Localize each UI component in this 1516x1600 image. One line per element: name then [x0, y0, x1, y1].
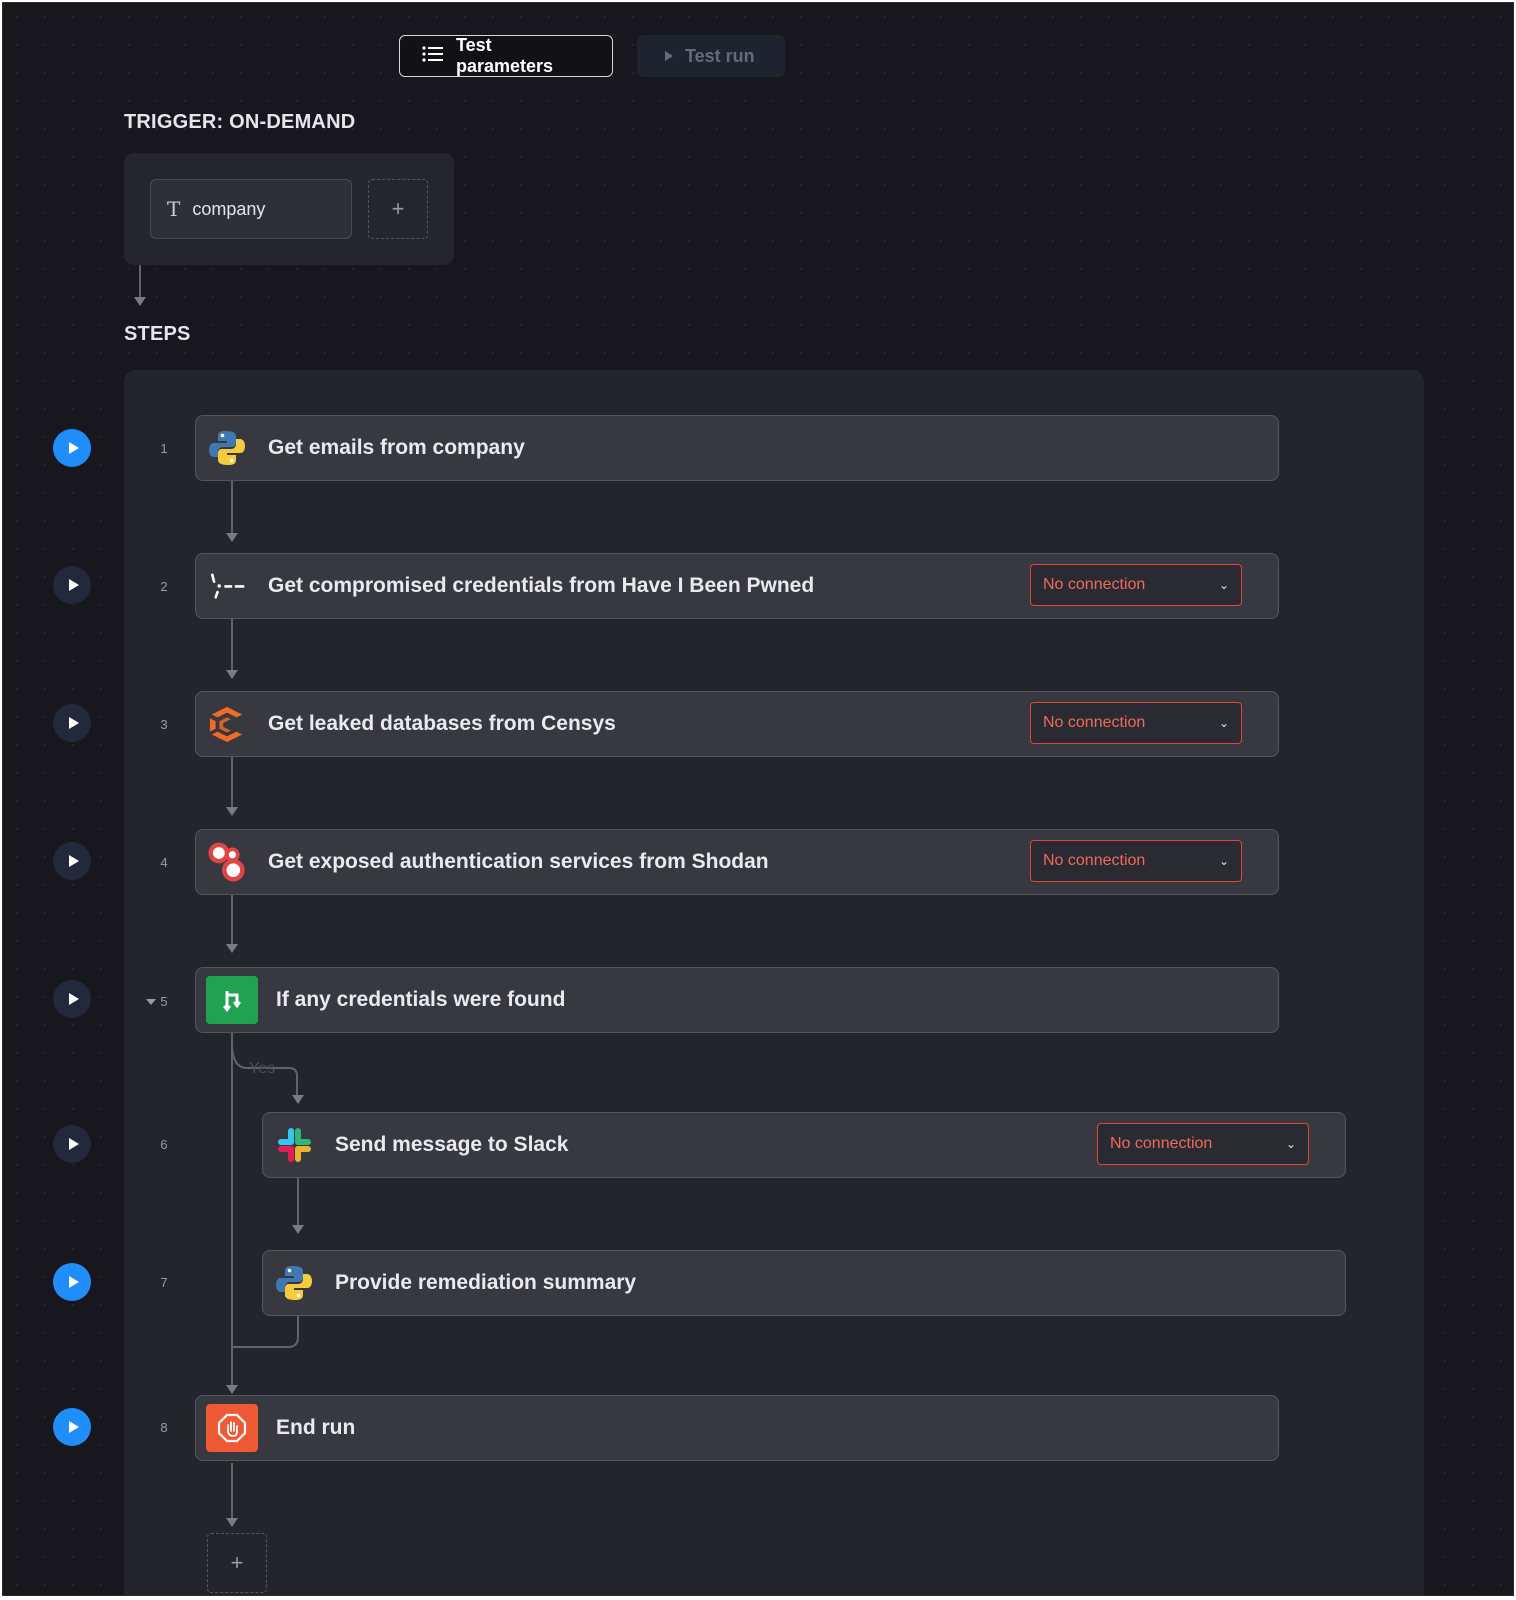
step-title: Get leaked databases from Censys [268, 712, 616, 735]
step-card-4[interactable]: Get exposed authentication services from… [195, 829, 1279, 895]
play-icon [68, 1138, 79, 1150]
add-step-button[interactable]: + [207, 1533, 267, 1593]
connection-select[interactable]: No connection ⌄ [1030, 702, 1242, 744]
run-step-1-button[interactable] [53, 429, 91, 467]
step-card-2[interactable]: Get compromised credentials from Have I … [195, 553, 1279, 619]
list-icon [422, 45, 444, 67]
shodan-icon [208, 842, 246, 882]
connector [231, 1463, 233, 1518]
test-parameters-label: Test parameters [456, 35, 554, 76]
plus-icon: + [230, 1550, 244, 1575]
run-step-5-button[interactable] [53, 980, 91, 1018]
connector [297, 1171, 299, 1225]
python-icon [208, 429, 246, 467]
run-step-7-button[interactable] [53, 1263, 91, 1301]
step-number: 2 [160, 579, 168, 594]
collapse-caret-icon[interactable] [146, 999, 156, 1005]
step-title: End run [276, 1416, 356, 1439]
step-title: Get exposed authentication services from… [268, 850, 769, 873]
arrow-down-icon [226, 1385, 238, 1394]
connection-select[interactable]: No connection ⌄ [1097, 1123, 1309, 1165]
hibp-icon [208, 567, 246, 605]
step-card-5[interactable]: If any credentials were found [195, 967, 1279, 1033]
step-number: 3 [160, 717, 168, 732]
connector [231, 615, 233, 670]
step-card-1[interactable]: Get emails from company [195, 415, 1279, 481]
connector [231, 478, 233, 533]
censys-icon [208, 705, 246, 743]
step-title: Get emails from company [268, 436, 525, 459]
connection-select-value: No connection [1043, 576, 1146, 593]
parameter-company[interactable]: T company [150, 179, 352, 239]
parameter-name: company [192, 198, 266, 219]
run-step-6-button[interactable] [53, 1125, 91, 1163]
play-icon [68, 1421, 79, 1433]
play-icon [68, 1276, 79, 1288]
step-card-3[interactable]: Get leaked databases from Censys No conn… [195, 691, 1279, 757]
run-step-8-button[interactable] [53, 1408, 91, 1446]
arrow-down-icon [292, 1225, 304, 1234]
arrow-down-icon [226, 807, 238, 816]
run-step-2-button[interactable] [53, 566, 91, 604]
connection-select-value: No connection [1043, 852, 1146, 869]
connector [231, 889, 233, 944]
arrow-down-icon [226, 533, 238, 542]
connection-select[interactable]: No connection ⌄ [1030, 564, 1242, 606]
plus-icon: + [391, 196, 405, 221]
arrow-down-icon [226, 670, 238, 679]
connection-select-value: No connection [1110, 1135, 1213, 1152]
play-icon [665, 51, 673, 61]
trigger-connector [139, 265, 141, 297]
test-parameters-button[interactable]: Test parameters [399, 35, 613, 77]
arrow-down-icon [226, 1518, 238, 1527]
step-title: If any credentials were found [276, 988, 566, 1011]
play-icon [68, 855, 79, 867]
step-card-6[interactable]: Send message to Slack No connection ⌄ [262, 1112, 1346, 1178]
step-number: 1 [160, 441, 168, 456]
text-type-icon: T [167, 197, 181, 221]
connector [231, 752, 233, 807]
chevron-down-icon: ⌄ [1218, 578, 1229, 592]
step-title: Provide remediation summary [335, 1271, 637, 1294]
step-number: 8 [160, 1420, 168, 1435]
chevron-down-icon: ⌄ [1218, 854, 1229, 868]
play-icon [68, 993, 79, 1005]
step-number: 5 [160, 994, 168, 1009]
trigger-heading: TRIGGER: ON-DEMAND [124, 111, 356, 133]
step-number: 4 [160, 855, 168, 870]
add-parameter-button[interactable]: + [368, 179, 428, 239]
slack-icon [275, 1126, 313, 1164]
test-run-button[interactable]: Test run [637, 35, 785, 77]
run-step-4-button[interactable] [53, 842, 91, 880]
step-title: Send message to Slack [335, 1133, 569, 1156]
connection-select-value: No connection [1043, 714, 1146, 731]
chevron-down-icon: ⌄ [1285, 1137, 1296, 1151]
step-card-7[interactable]: Provide remediation summary [262, 1250, 1346, 1316]
arrow-down-icon [226, 944, 238, 953]
steps-heading: STEPS [124, 323, 191, 345]
arrow-down-icon [134, 297, 146, 306]
step-number: 6 [160, 1137, 168, 1152]
connection-select[interactable]: No connection ⌄ [1030, 840, 1242, 882]
step-card-8[interactable]: End run [195, 1395, 1279, 1461]
trigger-panel: T company + [124, 153, 454, 265]
arrow-down-icon [292, 1095, 304, 1104]
play-icon [68, 442, 79, 454]
workflow-canvas: Test parameters Test run TRIGGER: ON-DEM… [2, 2, 1514, 1596]
play-icon [68, 579, 79, 591]
stop-hand-icon [206, 1404, 258, 1452]
chevron-down-icon: ⌄ [1218, 716, 1229, 730]
branch-yes-label: Yes [249, 1060, 276, 1077]
run-step-3-button[interactable] [53, 704, 91, 742]
branch-icon [206, 976, 258, 1024]
step-number: 7 [160, 1275, 168, 1290]
step-title: Get compromised credentials from Have I … [268, 574, 815, 597]
test-run-label: Test run [685, 45, 755, 66]
play-icon [68, 717, 79, 729]
python-icon [275, 1264, 313, 1302]
